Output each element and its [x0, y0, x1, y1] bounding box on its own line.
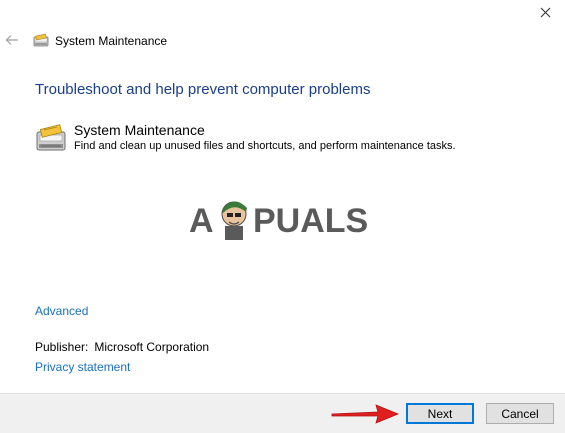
privacy-statement-link[interactable]: Privacy statement [35, 360, 130, 374]
appuals-watermark: A PUALS [189, 192, 374, 244]
publisher-label: Publisher: [35, 340, 89, 354]
watermark-right-letters: PUALS [253, 202, 368, 240]
task-name: System Maintenance [74, 122, 205, 138]
red-pointer-arrow-icon [331, 404, 400, 424]
watermark-left-letter: A [189, 202, 214, 240]
page-heading: Troubleshoot and help prevent computer p… [35, 81, 371, 98]
publisher-value: Microsoft Corporation [94, 340, 210, 354]
task-description: Find and clean up unused files and short… [74, 140, 456, 152]
back-button[interactable] [4, 32, 20, 48]
troubleshooter-window: System Maintenance Troubleshoot and help… [0, 0, 565, 433]
window-title: System Maintenance [55, 34, 168, 48]
system-maintenance-icon [36, 124, 66, 151]
back-arrow-icon [5, 35, 18, 45]
maintenance-tool-icon [33, 33, 49, 47]
appuals-logo-icon: A PUALS [189, 201, 368, 240]
advanced-link[interactable]: Advanced [35, 304, 88, 318]
window-title-bar: System Maintenance [33, 31, 167, 51]
cancel-button[interactable]: Cancel [486, 403, 554, 424]
publisher-info: Publisher: Microsoft Corporation [35, 340, 209, 354]
close-icon [540, 7, 550, 17]
footer-bar: Next Cancel [0, 393, 565, 433]
close-button[interactable] [533, 2, 557, 22]
task-text: System Maintenance Find and clean up unu… [74, 122, 456, 154]
task-item: System Maintenance Find and clean up unu… [35, 122, 456, 156]
next-button[interactable]: Next [406, 403, 474, 424]
